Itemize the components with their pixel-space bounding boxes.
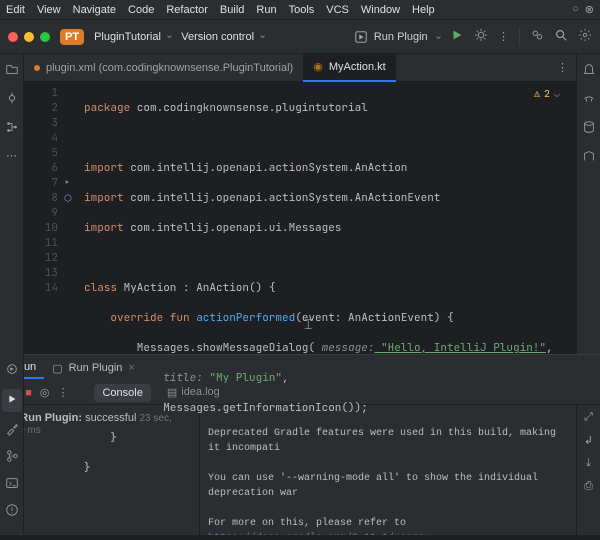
expand-icon[interactable]: ⤢ xyxy=(584,411,593,424)
menu-code[interactable]: Code xyxy=(128,4,154,16)
line-numbers: 1234567891011121314 xyxy=(24,82,64,540)
override-gutter-icon[interactable]: ⬡ xyxy=(64,191,80,206)
run-panel-right-strip: ⤢ ↲ ⤓ ⎙ xyxy=(576,405,600,535)
search-icon[interactable] xyxy=(554,28,568,45)
menu-run[interactable]: Run xyxy=(256,4,276,16)
problems-tool-icon[interactable] xyxy=(5,503,19,520)
run-tool-icon[interactable] xyxy=(2,389,22,412)
inspection-indicator[interactable]: ⚠ 2 ⌄ xyxy=(534,86,560,101)
window-controls[interactable] xyxy=(8,32,50,42)
text-cursor-icon: ⌶ xyxy=(304,318,312,333)
soft-wrap-icon[interactable]: ↲ xyxy=(584,434,593,447)
menu-build[interactable]: Build xyxy=(220,4,244,16)
more-tool-icon[interactable]: ⋯ xyxy=(6,149,17,162)
xml-file-icon xyxy=(34,65,40,71)
menu-view[interactable]: View xyxy=(37,4,61,16)
main-menu-bar: Edit View Navigate Code Refactor Build R… xyxy=(0,0,600,20)
gradle-tool-icon[interactable] xyxy=(582,91,596,108)
menu-navigate[interactable]: Navigate xyxy=(73,4,116,16)
tabs-overflow-icon[interactable]: ⋮ xyxy=(549,61,576,74)
kotlin-file-icon: ◉ xyxy=(313,60,323,73)
code-with-me-icon[interactable] xyxy=(530,28,544,45)
project-selector[interactable]: PluginTutorial xyxy=(94,31,171,43)
warning-icon: ⚠ xyxy=(534,86,540,101)
commit-tool-icon[interactable] xyxy=(5,91,19,108)
debug-button[interactable] xyxy=(474,28,488,45)
scroll-to-end-icon[interactable]: ⤓ xyxy=(586,457,591,470)
code-editor[interactable]: 1234567891011121314 ▸ ⬡ package com.codi… xyxy=(24,82,576,540)
run-config-label: Run Plugin xyxy=(374,31,428,43)
menu-vcs[interactable]: VCS xyxy=(326,4,349,16)
terminal-tool-icon[interactable] xyxy=(5,476,19,493)
settings-icon[interactable] xyxy=(578,28,592,45)
right-tool-strip xyxy=(576,54,600,354)
toolbar: PT PluginTutorial Version control Run Pl… xyxy=(0,20,600,54)
structure-tool-icon[interactable] xyxy=(5,120,19,137)
minimize-window-icon[interactable] xyxy=(24,32,34,42)
close-icon[interactable]: ⊗ xyxy=(585,3,594,16)
zoom-window-icon[interactable] xyxy=(40,32,50,42)
run-config-selector[interactable]: Run Plugin xyxy=(354,30,440,44)
services-tool-icon[interactable] xyxy=(5,362,19,379)
vcs-selector[interactable]: Version control xyxy=(181,31,264,43)
gutter-icons: ▸ ⬡ xyxy=(64,82,80,540)
build-tool-icon[interactable] xyxy=(5,422,19,439)
maven-tool-icon[interactable] xyxy=(582,149,596,166)
warning-count: 2 xyxy=(544,86,550,101)
left-tool-strip: ⋯ xyxy=(0,54,24,354)
project-tool-icon[interactable] xyxy=(5,62,19,79)
code-content[interactable]: package com.codingknownsense.plugintutor… xyxy=(80,82,576,540)
notifications-icon[interactable] xyxy=(582,62,596,79)
menu-window[interactable]: Window xyxy=(361,4,400,16)
menu-edit[interactable]: Edit xyxy=(6,4,25,16)
menu-help[interactable]: Help xyxy=(412,4,435,16)
git-tool-icon[interactable] xyxy=(5,449,19,466)
tab-label: plugin.xml (com.codingknownsense.PluginT… xyxy=(46,62,293,74)
run-config-icon xyxy=(354,30,368,44)
tab-plugin-xml[interactable]: plugin.xml (com.codingknownsense.PluginT… xyxy=(24,54,303,82)
tab-myaction-kt[interactable]: ◉ MyAction.kt xyxy=(303,54,395,82)
tab-label: MyAction.kt xyxy=(329,61,386,73)
menu-refactor[interactable]: Refactor xyxy=(166,4,208,16)
left-bottom-tool-strip xyxy=(0,354,24,534)
chevron-down-icon: ⌄ xyxy=(554,86,560,101)
run-button[interactable] xyxy=(450,28,464,45)
database-tool-icon[interactable] xyxy=(582,120,596,137)
print-icon[interactable]: ⎙ xyxy=(584,480,593,493)
more-actions-icon[interactable]: ⋮ xyxy=(498,30,509,43)
minimize-icon[interactable]: ○ xyxy=(572,3,579,16)
run-gutter-icon[interactable]: ▸ xyxy=(64,176,80,191)
close-window-icon[interactable] xyxy=(8,32,18,42)
project-chip[interactable]: PT xyxy=(60,29,84,45)
editor-tabs: plugin.xml (com.codingknownsense.PluginT… xyxy=(24,54,576,82)
menu-tools[interactable]: Tools xyxy=(289,4,315,16)
